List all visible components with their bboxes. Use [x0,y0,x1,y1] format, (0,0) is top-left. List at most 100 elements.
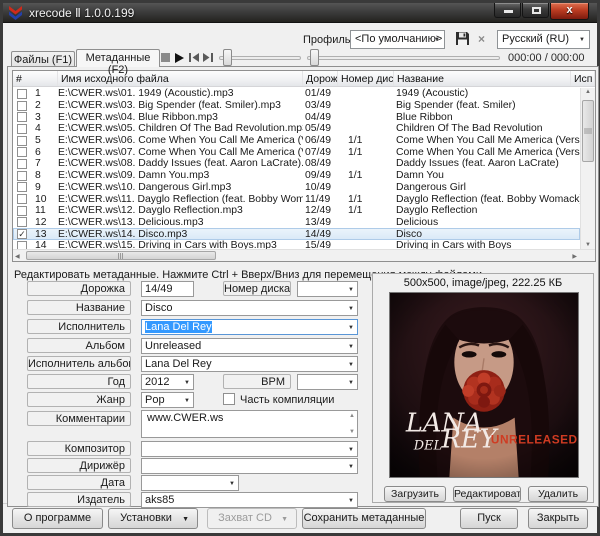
publisher-combobox[interactable]: aks85▼ [141,492,358,508]
bpm-combobox[interactable]: ▼ [297,374,358,390]
table-row[interactable]: 14E:\CWER.ws\15. Driving in Cars with Bo… [13,240,580,249]
row-checkbox[interactable] [17,241,27,249]
comments-textarea[interactable]: www.CWER.ws ▲ ▼ [141,410,358,438]
album-combobox[interactable]: Unreleased▼ [141,338,358,354]
titlebar[interactable]: xrecode Ⅱ 1.0.0.199 x [3,3,597,23]
year-combobox[interactable]: 2012▼ [141,374,194,390]
textarea-scroll-down-icon[interactable]: ▼ [349,429,355,435]
year-label-button[interactable]: Год [27,374,131,389]
album-artist-label-button[interactable]: Исполнитель альбома [27,356,131,371]
profile-combobox[interactable]: <По умолчанию>▼ [350,30,445,49]
table-row[interactable]: 1E:\CWER.ws\01. 1949 (Acoustic).mp301/49… [13,88,580,100]
row-checkbox[interactable] [17,182,27,192]
row-checkbox[interactable] [17,147,27,157]
table-row[interactable]: 12E:\CWER.ws\13. Delicious.mp313/49Delic… [13,217,580,229]
table-row[interactable]: 5E:\CWER.ws\06. Come When You Call Me Am… [13,135,580,147]
app-logo-icon [8,6,23,20]
row-checkbox[interactable] [17,124,27,134]
volume-slider[interactable] [219,56,301,60]
table-header[interactable]: # Имя исходного файла Дорожка Номер диск… [13,71,595,87]
cell-filename: E:\CWER.ws\01. 1949 (Acoustic).mp3 [58,88,303,99]
seek-slider-thumb[interactable] [310,49,319,66]
conductor-label-button[interactable]: Дирижёр [27,458,131,473]
settings-button[interactable]: Установки▼ [108,508,198,529]
scroll-left-icon[interactable]: ◀ [15,253,20,260]
tab-metadata[interactable]: Метаданные (F2) [76,49,160,67]
play-button[interactable] [175,53,184,63]
table-row[interactable]: 9E:\CWER.ws\10. Dangerous Girl.mp310/49D… [13,182,580,194]
composer-combobox[interactable]: ▼ [141,441,358,457]
save-profile-icon[interactable] [455,31,470,46]
delete-profile-icon[interactable]: × [478,32,485,46]
table-row[interactable]: 11E:\CWER.ws\12. Dayglo Reflection.mp312… [13,205,580,217]
volume-slider-thumb[interactable] [223,49,232,66]
next-track-button[interactable] [203,53,213,62]
table-row[interactable]: ✓13E:\CWER.ws\14. Disco.mp314/49Disco [13,228,580,240]
row-checkbox[interactable] [17,217,27,227]
vertical-scroll-thumb[interactable] [582,100,594,162]
album-artist-combobox[interactable]: Lana Del Rey▼ [141,356,358,372]
scroll-down-icon[interactable]: ▼ [581,242,595,248]
genre-combobox[interactable]: Pop▼ [141,392,194,408]
album-label-button[interactable]: Альбом [27,338,131,353]
publisher-label-button[interactable]: Издатель [27,492,131,507]
artist-combobox[interactable]: Lana Del Rey▼ [141,319,358,335]
date-label-button[interactable]: Дата [27,475,131,490]
cell-title: Driving in Cars with Boys [394,240,580,249]
table-row[interactable]: 2E:\CWER.ws\03. Big Spender (feat. Smile… [13,100,580,112]
start-button[interactable]: Пуск [460,508,518,529]
row-checkbox[interactable] [17,171,27,181]
disc-combobox[interactable]: ▼ [297,281,358,297]
title-combobox[interactable]: Disco▼ [141,300,358,316]
minimize-button[interactable] [494,3,521,18]
cell-filename: E:\CWER.ws\05. Children Of The Bad Revol… [58,123,303,134]
close-window-button[interactable]: x [550,3,589,20]
row-checkbox[interactable] [17,101,27,111]
close-button[interactable]: Закрыть [528,508,588,529]
genre-label-button[interactable]: Жанр [27,392,131,407]
row-checkbox[interactable] [17,159,27,169]
track-input[interactable]: 14/49 [141,281,194,297]
table-row[interactable]: 6E:\CWER.ws\07. Come When You Call Me Am… [13,146,580,158]
bpm-label-button[interactable]: BPM [223,374,291,389]
table-row[interactable]: 7E:\CWER.ws\08. Daddy Issues (feat. Aaro… [13,158,580,170]
row-checkbox[interactable] [17,136,27,146]
delete-artwork-button[interactable]: Удалить [528,486,588,502]
previous-track-button[interactable] [189,53,199,62]
table-row[interactable]: 8E:\CWER.ws\09. Damn You.mp309/491/1Damn… [13,170,580,182]
horizontal-scrollbar[interactable]: ◀ ▶ [13,249,595,261]
table-row[interactable]: 4E:\CWER.ws\05. Children Of The Bad Revo… [13,123,580,135]
track-label-button[interactable]: Дорожка [27,281,131,296]
conductor-combobox[interactable]: ▼ [141,458,358,474]
scroll-up-icon[interactable]: ▲ [581,89,595,95]
chevron-down-icon: ▼ [182,516,189,523]
maximize-button[interactable] [522,3,549,18]
table-row[interactable]: 3E:\CWER.ws\04. Blue Ribbon.mp304/49Blue… [13,111,580,123]
title-label-button[interactable]: Название [27,300,131,315]
stop-button[interactable] [161,53,170,62]
vertical-scrollbar[interactable]: ▲ ▼ [580,88,595,249]
seek-slider[interactable] [307,56,500,60]
tab-files[interactable]: Файлы (F1) [11,51,75,67]
row-checkbox[interactable] [17,194,27,204]
artist-label-button[interactable]: Исполнитель [27,319,131,334]
edit-artwork-button[interactable]: Редактировать [453,486,521,502]
row-checkbox[interactable] [17,89,27,99]
composer-label-button[interactable]: Композитор [27,441,131,456]
row-checkbox[interactable] [17,112,27,122]
horizontal-scroll-thumb[interactable] [26,251,216,260]
load-artwork-button[interactable]: Загрузить [384,486,446,502]
date-combobox[interactable]: ▼ [141,475,239,491]
save-metadata-button[interactable]: Сохранить метаданные [302,508,426,529]
table-row[interactable]: 10E:\CWER.ws\11. Dayglo Reflection (feat… [13,193,580,205]
language-combobox[interactable]: Русский (RU)▼ [497,30,590,49]
about-button[interactable]: О программе [12,508,103,529]
scroll-right-icon[interactable]: ▶ [572,253,577,260]
cell-disc: 1/1 [338,135,394,146]
compilation-checkbox[interactable] [223,393,235,405]
row-checkbox[interactable]: ✓ [17,229,27,239]
row-checkbox[interactable] [17,206,27,216]
comments-label-button[interactable]: Комментарии [27,411,131,426]
disc-label-button[interactable]: Номер диска [223,281,291,296]
textarea-scroll-up-icon[interactable]: ▲ [349,413,355,419]
